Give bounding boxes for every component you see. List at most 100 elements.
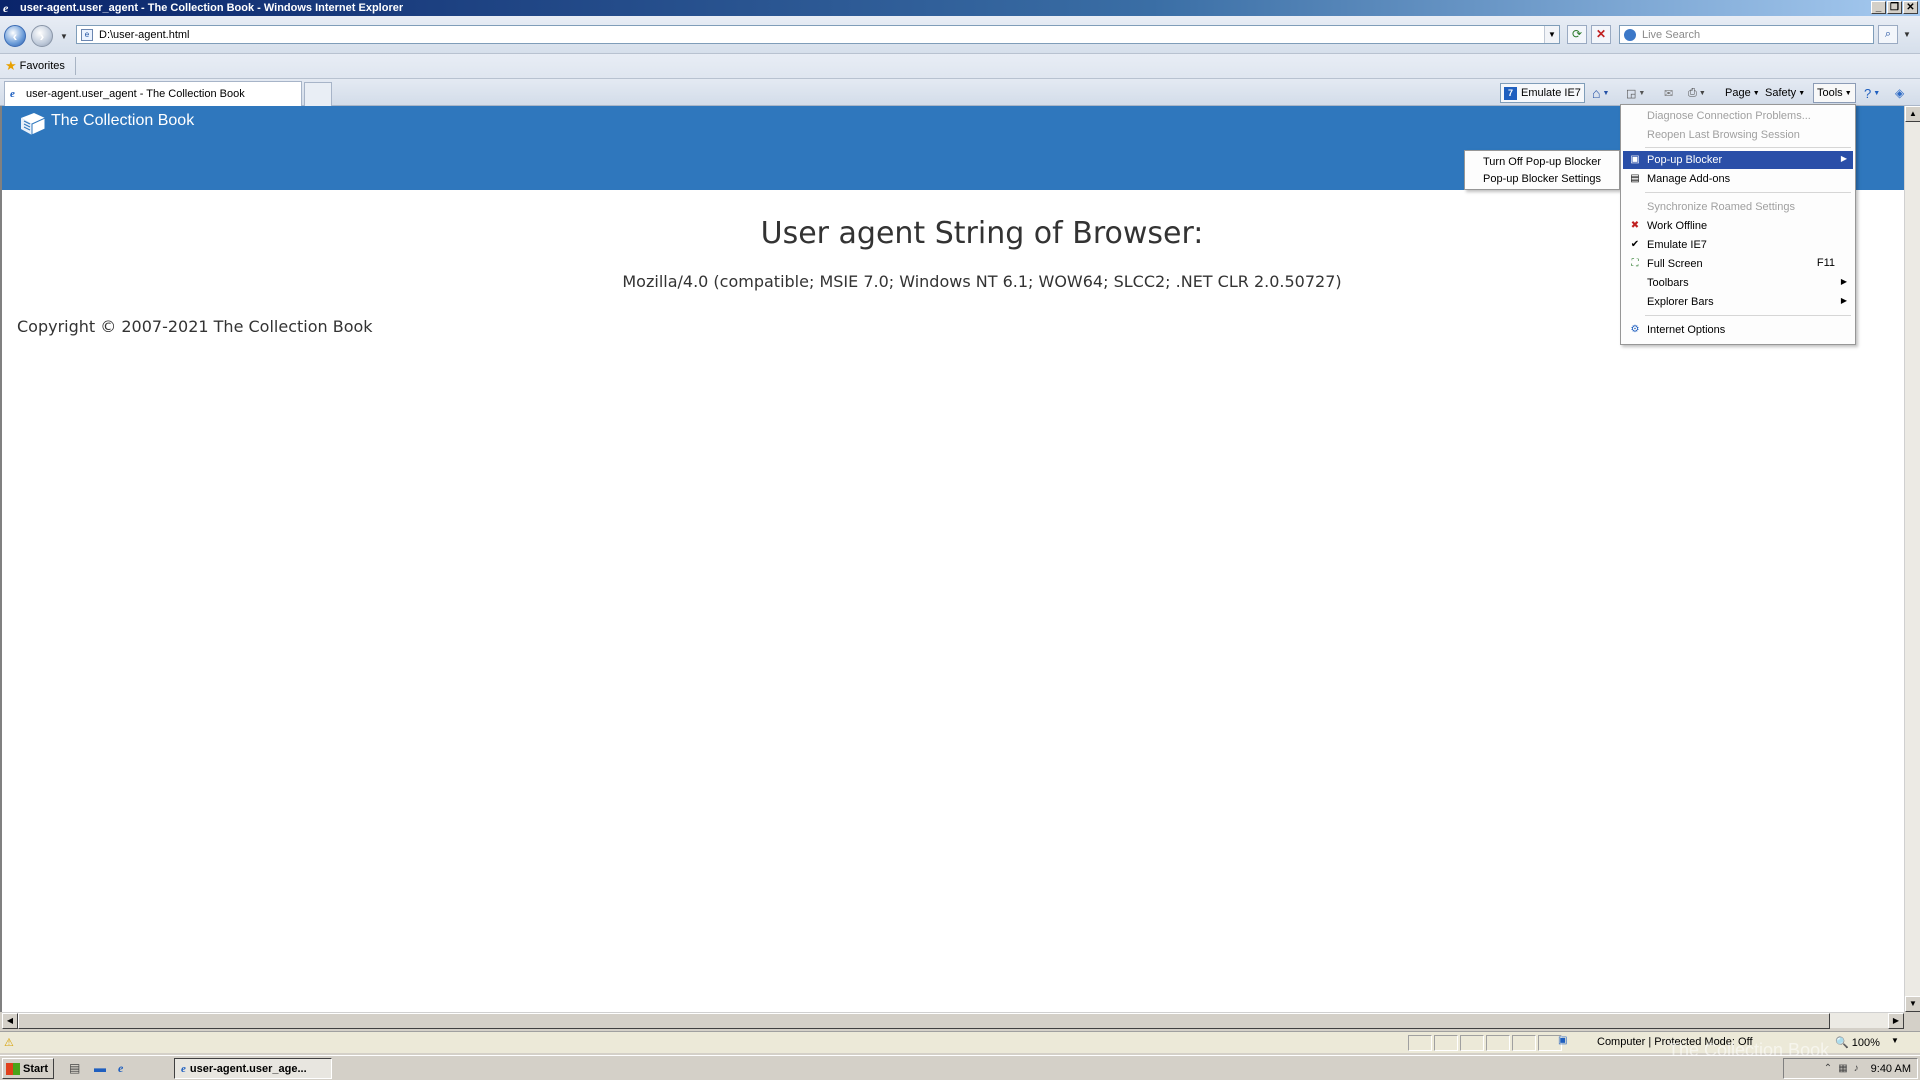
shortcut-text: F11 <box>1816 257 1835 269</box>
menu-item-work-offline[interactable]: ✖ Work Offline <box>1623 217 1853 235</box>
restore-button[interactable]: ❐ <box>1887 1 1902 14</box>
research-button[interactable]: ◈ <box>1892 82 1907 104</box>
menu-item-sync-roamed[interactable]: Synchronize Roamed Settings <box>1623 198 1853 216</box>
taskbar-window-ie[interactable]: e user-agent.user_age... <box>174 1058 332 1079</box>
home-button[interactable]: ⌂ ▼ <box>1589 82 1612 104</box>
menu-item-internet-options[interactable]: ⚙ Internet Options <box>1623 321 1853 339</box>
tab-user-agent[interactable]: e user-agent.user_agent - The Collection… <box>4 81 302 106</box>
copyright-text: Copyright © 2007-2021 The Collection Boo… <box>17 317 373 336</box>
addons-icon: ▤ <box>1630 173 1640 184</box>
popup-blocker-submenu: Turn Off Pop-up Blocker Pop-up Blocker S… <box>1464 150 1620 190</box>
menu-item-label: Synchronize Roamed Settings <box>1647 201 1795 213</box>
full-screen-icon: ⛶ <box>1631 258 1639 269</box>
start-label: Start <box>23 1062 49 1075</box>
minimize-button[interactable]: _ <box>1871 1 1886 14</box>
search-options-dropdown[interactable]: ▼ <box>1900 25 1914 44</box>
warning-icon: ⚠ <box>4 1037 14 1049</box>
emulate-ie7-button[interactable]: 7 Emulate IE7 <box>1500 83 1585 103</box>
site-brand-link[interactable]: The Collection Book <box>51 112 194 130</box>
vertical-scrollbar[interactable]: ▲ ▼ <box>1904 106 1920 1012</box>
horizontal-scroll-thumb[interactable] <box>18 1013 1830 1029</box>
internet-explorer-icon[interactable]: e <box>118 1061 123 1076</box>
scroll-up-button[interactable]: ▲ <box>1905 106 1920 122</box>
search-input[interactable]: Live Search <box>1619 25 1874 44</box>
network-icon[interactable]: ▦ <box>1838 1063 1847 1074</box>
scroll-right-button[interactable]: ▶ <box>1888 1013 1904 1029</box>
window-title: user-agent.user_agent - The Collection B… <box>20 2 404 14</box>
title-bar[interactable]: e user-agent.user_agent - The Collection… <box>0 0 1920 16</box>
status-bar: ⚠ ▣ Computer | Protected Mode: Off 🔍 100… <box>0 1031 1920 1053</box>
taskbar-window-label: user-agent.user_age... <box>189 1062 307 1075</box>
scrollbar-corner <box>1904 1012 1920 1028</box>
menu-item-label: Internet Options <box>1647 324 1726 336</box>
favorites-button[interactable]: Favorites <box>20 60 65 72</box>
page-icon: e <box>81 28 93 41</box>
clock[interactable]: 9:40 AM <box>1871 1063 1911 1075</box>
status-pane <box>1460 1035 1484 1051</box>
tab-command-bar: e user-agent.user_agent - The Collection… <box>0 79 1920 106</box>
stop-button[interactable]: ✕ <box>1591 25 1611 44</box>
submenu-arrow-icon: ▶ <box>1840 296 1847 305</box>
status-pane <box>1512 1035 1536 1051</box>
menu-item-full-screen[interactable]: ⛶ Full Screen F11 <box>1623 255 1853 273</box>
page-menu-label: Page <box>1725 87 1751 99</box>
live-search-icon <box>1624 28 1636 41</box>
zoom-dropdown[interactable]: ▼ <box>1891 1036 1899 1045</box>
search-placeholder: Live Search <box>1642 28 1701 41</box>
address-dropdown-button[interactable]: ▼ <box>1544 26 1559 43</box>
powershell-icon[interactable]: ▬ <box>94 1061 106 1075</box>
menu-item-label: Pop-up Blocker <box>1647 154 1723 166</box>
computer-zone-icon: ▣ <box>1558 1035 1568 1046</box>
popup-blocker-settings-item[interactable]: Pop-up Blocker Settings <box>1483 170 1601 187</box>
ie-logo-icon: e <box>3 1 9 15</box>
refresh-button[interactable]: ⟳ <box>1567 25 1587 44</box>
menu-item-emulate-ie7[interactable]: ✔ Emulate IE7 <box>1623 236 1853 254</box>
forward-button[interactable]: › <box>31 25 53 47</box>
turn-off-popup-blocker-item[interactable]: Turn Off Pop-up Blocker <box>1483 153 1601 170</box>
address-input[interactable]: e D:\user-agent.html ▼ <box>76 25 1560 44</box>
status-pane <box>1486 1035 1510 1051</box>
new-tab-button[interactable] <box>304 82 332 106</box>
close-button[interactable]: ✕ <box>1903 1 1918 14</box>
popup-blocker-icon: ▣ <box>1630 154 1640 165</box>
menu-item-popup-blocker[interactable]: ▣ Pop-up Blocker ▶ <box>1623 151 1853 169</box>
internet-options-icon: ⚙ <box>1630 324 1640 335</box>
system-tray: ⌃ ▦ ♪ 9:40 AM <box>1783 1058 1918 1079</box>
menu-separator <box>1645 147 1851 148</box>
help-button[interactable]: ? ▼ <box>1861 82 1883 104</box>
menu-item-manage-addons[interactable]: ▤ Manage Add-ons <box>1623 170 1853 188</box>
feeds-button[interactable]: ◲ ▼ <box>1623 82 1648 104</box>
menu-item-label: Full Screen <box>1647 258 1703 270</box>
submenu-arrow-icon: ▶ <box>1840 154 1847 163</box>
zoom-level[interactable]: 🔍 100% <box>1835 1036 1880 1049</box>
work-offline-icon: ✖ <box>1630 220 1640 231</box>
back-button[interactable]: ‹ <box>4 25 26 47</box>
volume-icon[interactable]: ♪ <box>1854 1063 1859 1074</box>
menu-item-label: Emulate IE7 <box>1647 239 1707 251</box>
page-menu-button[interactable]: Page ▼ <box>1722 82 1763 104</box>
scroll-down-button[interactable]: ▼ <box>1905 996 1920 1012</box>
taskbar: Start ▤ ▬ e e user-agent.user_age... ⌃ ▦… <box>0 1055 1920 1080</box>
menu-item-explorer-bars[interactable]: Explorer Bars ▶ <box>1623 293 1853 311</box>
favorites-bar: ★ Favorites <box>0 54 1920 79</box>
scroll-left-button[interactable]: ◀ <box>2 1013 18 1029</box>
safety-menu-button[interactable]: Safety ▼ <box>1762 82 1808 104</box>
menu-item-diagnose[interactable]: Diagnose Connection Problems... <box>1623 107 1853 125</box>
start-button[interactable]: Start <box>2 1058 54 1079</box>
emulate-label: Emulate IE7 <box>1521 87 1581 99</box>
menu-item-toolbars[interactable]: Toolbars ▶ <box>1623 274 1853 292</box>
tab-label: user-agent.user_agent - The Collection B… <box>26 88 245 100</box>
show-hidden-icons-icon[interactable]: ⌃ <box>1824 1063 1832 1074</box>
window-controls: _ ❐ ✕ <box>1871 1 1918 14</box>
search-button[interactable]: ⌕ <box>1878 25 1898 44</box>
recent-pages-dropdown[interactable]: ▼ <box>60 32 68 41</box>
read-mail-button[interactable]: ✉ <box>1661 82 1676 104</box>
menu-item-reopen-session[interactable]: Reopen Last Browsing Session <box>1623 126 1853 144</box>
tools-menu-button[interactable]: Tools ▼ <box>1813 83 1856 103</box>
tools-menu-label: Tools <box>1817 87 1843 99</box>
print-button[interactable]: ⎙ ▼ <box>1685 82 1709 104</box>
horizontal-scrollbar[interactable]: ◀ ▶ <box>2 1012 1904 1029</box>
menu-separator <box>1645 192 1851 193</box>
safety-menu-label: Safety <box>1765 87 1797 99</box>
server-manager-icon[interactable]: ▤ <box>69 1061 80 1075</box>
